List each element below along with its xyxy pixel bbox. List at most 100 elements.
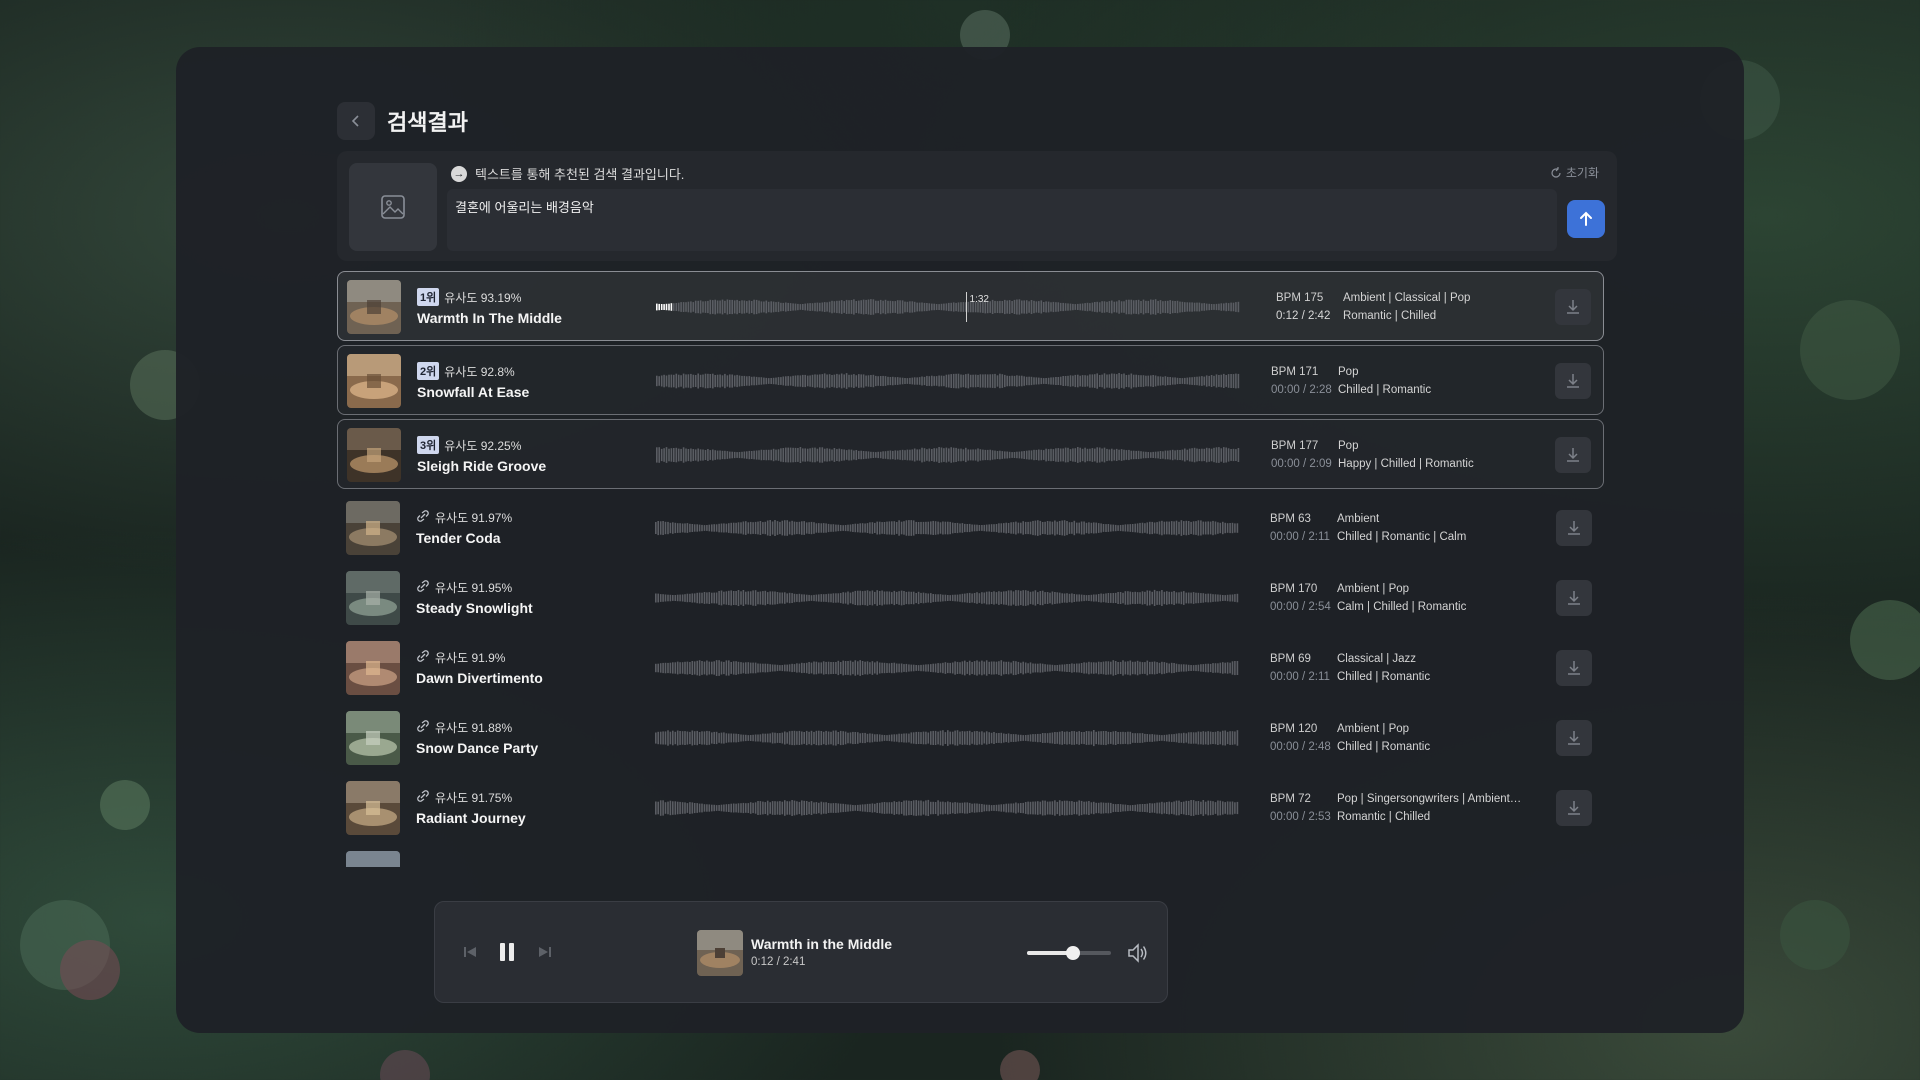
track-title: Radiant Journey — [416, 810, 526, 826]
chevron-left-icon — [351, 115, 359, 127]
back-button[interactable] — [337, 102, 375, 140]
result-row[interactable]: 유사도 91.97% Tender Coda BPM 63 00:00 / 2:11 A… — [337, 493, 1604, 563]
result-row[interactable]: 유사도 91.95% Steady Snowlight BPM 170 00:00 /… — [337, 563, 1604, 633]
search-box: → 텍스트를 통해 추천된 검색 결과입니다. 초기화 — [337, 151, 1617, 261]
bpm-block: BPM 63 00:00 / 2:11 — [1270, 510, 1330, 546]
previous-button[interactable] — [456, 938, 484, 966]
similarity-score: 유사도 92.25% — [444, 438, 522, 453]
download-icon — [1568, 731, 1580, 745]
bpm-value: BPM 120 — [1270, 723, 1318, 735]
similarity-line: 유사도 91.95% — [416, 579, 533, 596]
waveform[interactable] — [655, 510, 1239, 546]
similarity-line: 2위 유사도 92.8% — [417, 362, 529, 380]
waveform[interactable] — [656, 289, 1240, 325]
mood-tags: Chilled | Romantic — [1337, 671, 1431, 683]
track-title: Steady Snowlight — [416, 600, 533, 616]
download-button[interactable] — [1555, 289, 1591, 325]
genre-tags: Pop | Singersongwriters | Ambient… — [1337, 793, 1522, 805]
track-artwork — [346, 711, 400, 765]
rank-badge: 2위 — [417, 362, 440, 380]
track-artwork — [346, 641, 400, 695]
result-row[interactable]: 2위 유사도 92.8% Snowfall At Ease BPM 171 00:00 … — [337, 345, 1604, 415]
similarity-score: 유사도 91.88% — [435, 721, 513, 735]
genre-tags: Pop — [1338, 366, 1359, 378]
pause-button[interactable] — [493, 938, 521, 966]
download-button[interactable] — [1555, 437, 1591, 473]
similarity-line: 1위 유사도 93.19% — [417, 288, 562, 306]
volume-slider[interactable] — [1027, 946, 1111, 960]
track-meta: 유사도 91.88% Snow Dance Party — [416, 719, 538, 756]
waveform[interactable] — [655, 650, 1239, 686]
track-time: 00:00 / 2:11 — [1270, 531, 1330, 543]
tag-block: Pop | Singersongwriters | Ambient… Romant… — [1337, 790, 1521, 826]
now-playing-time: 0:12 / 2:41 — [751, 956, 806, 968]
bpm-block: BPM 171 00:00 / 2:28 — [1271, 363, 1332, 399]
track-time: 00:00 / 2:11 — [1270, 671, 1330, 683]
track-time: 00:00 / 2:54 — [1270, 601, 1331, 613]
download-button[interactable] — [1556, 650, 1592, 686]
rank-badge: 3위 — [417, 436, 440, 454]
track-time: 0:12 / 2:42 — [1276, 310, 1331, 322]
download-icon — [1568, 521, 1580, 535]
tag-block: Classical | Jazz Chilled | Romantic — [1337, 650, 1430, 686]
similarity-score: 유사도 93.19% — [444, 290, 522, 305]
tag-block: Ambient | Classical | Pop Romantic | Chil… — [1343, 289, 1470, 325]
similarity-score: 유사도 91.75% — [435, 791, 513, 805]
waveform[interactable] — [655, 580, 1239, 616]
similarity-line: 유사도 91.75% — [416, 789, 526, 806]
similarity-line: 유사도 91.88% — [416, 719, 538, 736]
next-button[interactable] — [531, 938, 559, 966]
reset-label: 초기화 — [1565, 166, 1599, 180]
download-button[interactable] — [1556, 720, 1592, 756]
bpm-block: BPM 120 00:00 / 2:48 — [1270, 720, 1331, 756]
track-meta: 유사도 91.95% Steady Snowlight — [416, 579, 533, 616]
download-button[interactable] — [1556, 510, 1592, 546]
link-icon — [416, 580, 430, 595]
result-row[interactable]: 1위 유사도 93.19% Warmth In The Middle 1:32 BPM … — [337, 271, 1604, 341]
bpm-value: BPM 171 — [1271, 366, 1319, 378]
now-playing-artwork — [697, 930, 743, 976]
image-upload-button[interactable] — [349, 163, 437, 251]
pause-icon — [500, 943, 514, 961]
volume-button[interactable] — [1125, 940, 1151, 966]
search-info: → 텍스트를 통해 추천된 검색 결과입니다. — [451, 164, 684, 183]
track-artwork — [347, 280, 401, 334]
track-artwork — [346, 501, 400, 555]
result-row[interactable]: 유사도 91.9% Dawn Divertimento BPM 69 00:00 / … — [337, 633, 1604, 703]
download-icon — [1567, 448, 1579, 462]
result-row[interactable]: 유사도 91.88% Snow Dance Party BPM 120 00:00 /… — [337, 703, 1604, 773]
waveform[interactable] — [656, 363, 1240, 399]
track-artwork — [347, 354, 401, 408]
link-icon — [416, 720, 430, 735]
result-row[interactable]: 3위 유사도 92.25% Sleigh Ride Groove BPM 177 00:… — [337, 419, 1604, 489]
mood-tags: Calm | Chilled | Romantic — [1337, 601, 1467, 613]
bpm-value: BPM 175 — [1276, 292, 1324, 304]
waveform[interactable] — [655, 790, 1239, 826]
download-button[interactable] — [1556, 580, 1592, 616]
result-row[interactable]: 유사도 91.75% Radiant Journey BPM 72 00:00 / 2… — [337, 773, 1604, 843]
mood-tags: Romantic | Chilled — [1343, 310, 1437, 322]
bpm-block: BPM 69 00:00 / 2:11 — [1270, 650, 1330, 686]
waveform[interactable] — [655, 720, 1239, 756]
mood-tags: Happy | Chilled | Romantic — [1338, 458, 1474, 470]
download-button[interactable] — [1556, 790, 1592, 826]
track-time: 00:00 / 2:53 — [1270, 811, 1331, 823]
arrow-right-circle-icon: → — [451, 165, 467, 182]
tag-block: Ambient | Pop Chilled | Romantic — [1337, 720, 1430, 756]
similarity-score: 유사도 92.8% — [444, 364, 515, 379]
results-list: 1위 유사도 93.19% Warmth In The Middle 1:32 BPM … — [337, 271, 1617, 867]
waveform[interactable] — [656, 437, 1240, 473]
tag-block: Pop Happy | Chilled | Romantic — [1338, 437, 1474, 473]
search-submit-button[interactable] — [1567, 200, 1605, 238]
search-query-input[interactable] — [447, 189, 1557, 251]
mood-tags: Chilled | Romantic — [1337, 741, 1431, 753]
download-button[interactable] — [1555, 363, 1591, 399]
volume-knob[interactable] — [1066, 946, 1081, 960]
genre-tags: Pop — [1338, 440, 1359, 452]
skip-previous-icon — [464, 947, 476, 957]
tag-block: Ambient | Pop Calm | Chilled | Romantic — [1337, 580, 1466, 616]
download-icon — [1567, 374, 1579, 388]
mood-tags: Chilled | Romantic — [1338, 384, 1432, 396]
reset-button[interactable]: 초기화 — [1550, 164, 1599, 181]
track-meta: 1위 유사도 93.19% Warmth In The Middle — [417, 288, 562, 326]
